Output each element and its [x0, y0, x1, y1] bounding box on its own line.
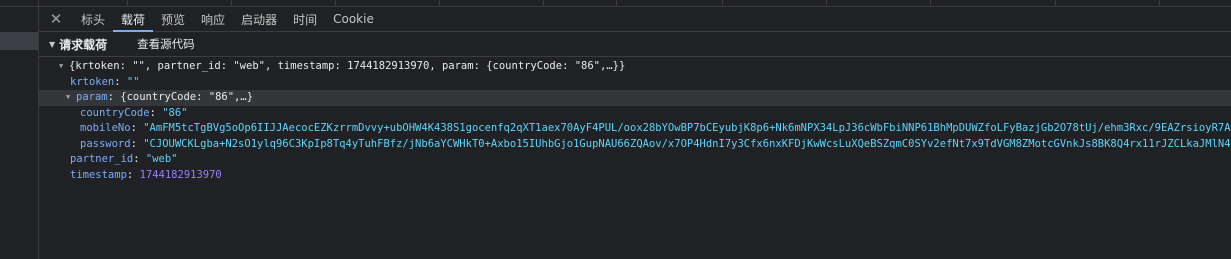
- section-title: 请求载荷: [59, 37, 108, 52]
- property-value: "AmFM5tcTgBVg5oOp6IIJJAecocEZKzrrmDvvy+u…: [143, 122, 1231, 134]
- detail-tab-bar: ✕ 标头 载荷 预览 响应 启动器 时间 Cookie: [39, 7, 1231, 32]
- expand-arrow-icon[interactable]: ▼: [59, 59, 69, 75]
- column-divider: [826, 0, 827, 6]
- property-value: "CJOUWCKLgba+N2sO1ylq96C3KpIp8Tq4yTuhFBf…: [143, 137, 1231, 150]
- param-summary: {countryCode: "86",…}: [120, 91, 254, 103]
- property-key: password: [80, 137, 131, 150]
- tree-row-krtoken[interactable]: krtoken: "": [39, 75, 1231, 91]
- column-divider: [335, 0, 336, 6]
- tab-preview[interactable]: 预览: [153, 7, 193, 31]
- tree-root-row[interactable]: ▼ {krtoken: "", partner_id: "web", timest…: [39, 59, 1231, 75]
- tab-cookies[interactable]: Cookie: [325, 7, 382, 31]
- request-payload-header[interactable]: ▼ 请求载荷 查看源代码: [39, 32, 1231, 57]
- selected-request-row[interactable]: [0, 32, 38, 50]
- close-icon[interactable]: ✕: [39, 7, 73, 31]
- column-header-strip: [39, 0, 1231, 7]
- property-value: "web": [145, 153, 178, 165]
- column-divider: [543, 0, 544, 6]
- tab-initiator[interactable]: 启动器: [233, 7, 285, 31]
- property-value: 1744182913970: [139, 168, 222, 181]
- column-divider: [616, 0, 617, 6]
- column-divider: [127, 0, 128, 6]
- column-divider: [439, 0, 440, 6]
- tree-row-param[interactable]: ▼ param: {countryCode: "86",…}: [39, 90, 1231, 106]
- request-list-column: [0, 0, 39, 259]
- property-key: param: [76, 91, 108, 103]
- tab-response[interactable]: 响应: [193, 7, 233, 31]
- tab-payload[interactable]: 载荷: [113, 7, 154, 32]
- column-divider: [231, 0, 232, 6]
- tree-row-password[interactable]: password: "CJOUWCKLgba+N2sO1ylq96C3KpIp8…: [39, 137, 1231, 153]
- property-key: countryCode: [80, 106, 150, 119]
- property-key: krtoken: [70, 75, 115, 88]
- tree-row-partner-id[interactable]: partner_id: "web": [39, 152, 1231, 168]
- request-list-header: [0, 0, 38, 7]
- property-key: timestamp: [70, 168, 127, 181]
- column-divider: [1055, 0, 1056, 6]
- column-divider: [1159, 0, 1160, 6]
- payload-panel: ▼ 请求载荷 查看源代码 ▼ {krtoken: "", partner_id: …: [39, 32, 1231, 259]
- tree-row-timestamp[interactable]: timestamp: 1744182913970: [39, 168, 1231, 184]
- tree-row-mobileno[interactable]: mobileNo: "AmFM5tcTgBVg5oOp6IIJJAecocEZK…: [39, 121, 1231, 137]
- payload-tree: ▼ {krtoken: "", partner_id: "web", timest…: [39, 57, 1231, 183]
- property-key: mobileNo: [80, 122, 131, 134]
- devtools-network-detail: ✕ 标头 载荷 预览 响应 启动器 时间 Cookie ▼ 请求载荷 查看源代码…: [0, 0, 1231, 259]
- column-divider: [722, 0, 723, 6]
- property-value: "86": [162, 106, 188, 119]
- tab-headers[interactable]: 标头: [73, 7, 113, 31]
- property-key: partner_id: [70, 153, 134, 165]
- expand-arrow-icon[interactable]: ▼: [66, 90, 76, 106]
- collapse-triangle-icon[interactable]: ▼: [49, 40, 55, 49]
- tree-row-countrycode[interactable]: countryCode: "86": [39, 106, 1231, 122]
- view-source-link[interactable]: 查看源代码: [137, 36, 195, 52]
- property-value: "": [126, 75, 140, 88]
- tab-timing[interactable]: 时间: [285, 7, 325, 31]
- column-divider: [930, 0, 931, 6]
- root-summary: {krtoken: "", partner_id: "web", timesta…: [69, 60, 626, 72]
